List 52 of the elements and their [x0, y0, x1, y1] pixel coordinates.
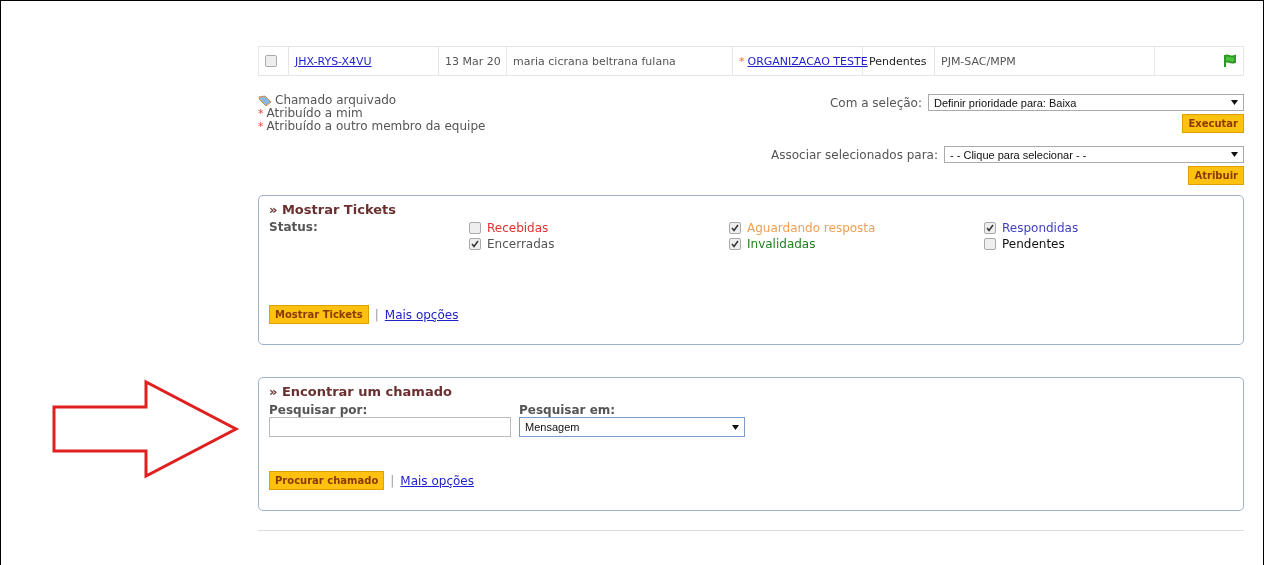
- panel-title: » Mostrar Tickets: [269, 202, 397, 217]
- status-option: Pendentes: [1002, 236, 1065, 252]
- date-text: 13 Mar 20: [445, 54, 501, 68]
- field-label: Pesquisar em:: [519, 403, 617, 417]
- separator-text: |: [374, 307, 379, 322]
- checkbox[interactable]: [469, 222, 481, 234]
- checkbox[interactable]: [265, 55, 277, 67]
- status-option: Encerradas: [487, 236, 555, 252]
- action-label: Associar selecionados para:: [771, 147, 938, 162]
- checkbox[interactable]: [984, 238, 996, 250]
- action-select[interactable]: Definir prioridade para: Baixa: [928, 94, 1244, 111]
- separator-text: |: [390, 473, 395, 488]
- checkbox[interactable]: [729, 238, 741, 250]
- field-label: Pesquisar por:: [269, 403, 369, 417]
- caret-icon: [1231, 152, 1238, 157]
- asterisk-mark: *: [258, 107, 264, 120]
- caret-icon: [1231, 100, 1238, 105]
- checkbox[interactable]: [984, 222, 996, 234]
- ticket-link[interactable]: JHX-RYS-X4VU: [295, 54, 372, 68]
- organization-link[interactable]: ORGANIZACAO TESTE: [747, 54, 868, 68]
- arrow-icon: [51, 379, 241, 479]
- flag-icon: [1223, 54, 1237, 68]
- check-icon: [471, 240, 479, 248]
- department-text: PJM-SAC/MPM: [941, 54, 1016, 68]
- action-button[interactable]: Executar: [1182, 114, 1244, 133]
- asterisk-mark: *: [258, 120, 264, 133]
- tag-icon: [258, 94, 272, 107]
- status-label: Status:: [269, 220, 318, 234]
- requester-text: maria cicrana beltrana fulana: [513, 54, 676, 68]
- status-option: Recebidas: [487, 220, 549, 236]
- caret-icon: [732, 424, 739, 430]
- more-options-link[interactable]: Mais opções: [400, 473, 474, 488]
- action-select[interactable]: - - Clique para selecionar - -: [944, 146, 1244, 163]
- status-option: Respondidas: [1002, 220, 1079, 236]
- action-label: Com a seleção:: [829, 95, 922, 110]
- legend-text: Atribuído a mim: [266, 107, 363, 120]
- legend-text: Atribuído a outro membro da equipe: [266, 120, 486, 133]
- search-in-select[interactable]: Mensagem: [519, 417, 745, 437]
- search-button[interactable]: Procurar chamado: [269, 471, 385, 490]
- checkbox[interactable]: [729, 222, 741, 234]
- status-text: Pendentes: [869, 54, 927, 68]
- show-tickets-button[interactable]: Mostrar Tickets: [269, 305, 369, 324]
- check-icon: [986, 224, 994, 232]
- status-option: Invalidadas: [747, 236, 816, 252]
- asterisk-mark: *: [739, 54, 745, 68]
- legend-text: Chamado arquivado: [275, 94, 397, 107]
- panel-title: » Encontrar um chamado: [269, 384, 453, 399]
- search-field[interactable]: [269, 417, 511, 437]
- action-button[interactable]: Atribuir: [1188, 166, 1244, 185]
- more-options-link[interactable]: Mais opções: [384, 307, 459, 322]
- checkbox[interactable]: [469, 238, 481, 250]
- status-option: Aguardando resposta: [747, 220, 876, 236]
